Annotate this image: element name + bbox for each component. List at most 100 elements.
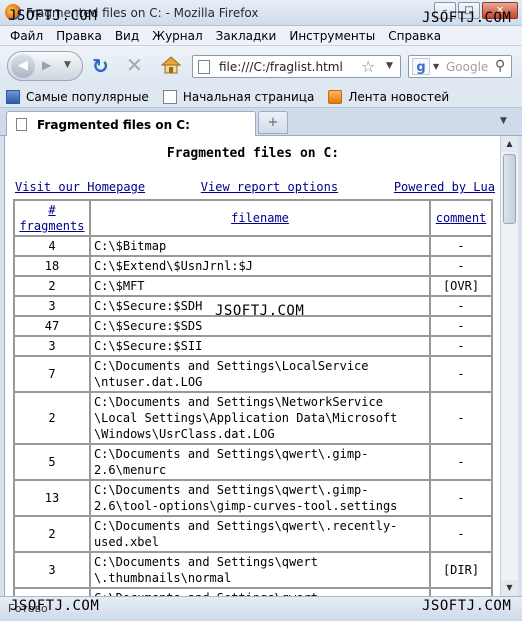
menu-help[interactable]: Справка	[388, 29, 441, 43]
filename-cell: C:\$MFT	[88, 275, 432, 297]
sort-comment-link[interactable]: comment	[436, 211, 487, 225]
powered-by-link[interactable]: Powered by Lua	[394, 180, 495, 194]
bookmark-start-page[interactable]: Начальная страница	[162, 89, 315, 104]
back-forward-group: ◀ ▶ ▼	[7, 51, 83, 81]
menu-file[interactable]: Файл	[10, 29, 43, 43]
watermark-top-right: JSOFTJ.COM	[422, 10, 512, 26]
menu-bookmarks[interactable]: Закладки	[216, 29, 277, 43]
stop-button[interactable]: ✕	[126, 54, 143, 76]
table-row: 13 C:\Documents and Settings\qwert\.gimp-…	[13, 479, 493, 517]
comment-cell: -	[429, 515, 493, 553]
table-row: 4 C:\$Bitmap -	[13, 235, 493, 257]
table-row: 18 C:\$Extend\$UsnJrnl:$J -	[13, 255, 493, 277]
search-bar[interactable]: g ▼ Google ⚲	[408, 55, 512, 78]
comment-cell	[429, 587, 493, 596]
history-dropdown-icon[interactable]: ▼	[64, 60, 71, 70]
watermark-bottom-right: JSOFTJ.COM	[422, 598, 512, 614]
scroll-down-icon[interactable]: ▼	[501, 580, 518, 596]
fragment-count-cell	[13, 587, 91, 596]
page-content: Fragmented files on C: Visit our Homepag…	[4, 136, 500, 596]
new-tab-button[interactable]: +	[258, 111, 288, 134]
bookmark-star-icon[interactable]: ☆	[361, 57, 375, 76]
filename-cell: C:\Documents and Settings\LocalService \…	[88, 355, 432, 393]
menu-view[interactable]: Вид	[115, 29, 139, 43]
bookmarks-bar: Самые популярные Начальная страница Лент…	[0, 86, 522, 108]
page-icon	[162, 89, 177, 104]
table-row: 2 C:\Documents and Settings\qwert\.recent…	[13, 515, 493, 553]
sort-filename-link[interactable]: filename	[231, 211, 289, 225]
table-body: 4 C:\$Bitmap -18 C:\$Extend\$UsnJrnl:$J -2 C:…	[13, 235, 493, 596]
header-filename: filename	[88, 199, 432, 237]
comment-cell: [OVR]	[429, 275, 493, 297]
bookmark-news-feed[interactable]: Лента новостей	[328, 89, 450, 104]
fragment-count-cell: 3	[13, 295, 91, 317]
comment-cell: -	[429, 443, 493, 481]
vertical-scrollbar[interactable]: ▲ ▼	[500, 136, 518, 596]
fragment-count-cell: 18	[13, 255, 91, 277]
table-header-row: # fragments filename comment	[13, 199, 493, 237]
menu-tools[interactable]: Инструменты	[289, 29, 375, 43]
page-links: Visit our Homepage View report options P…	[15, 180, 495, 194]
page-icon	[198, 60, 210, 74]
fragment-count-cell: 3	[13, 335, 91, 357]
url-dropdown-icon[interactable]: ▼	[386, 61, 393, 71]
comment-cell: -	[429, 295, 493, 317]
table-row: 5 C:\Documents and Settings\qwert\.gimp- …	[13, 443, 493, 481]
filename-cell: C:\Documents and Settings\NetworkService…	[88, 391, 432, 445]
comment-cell: -	[429, 391, 493, 445]
fragment-count-cell: 2	[13, 515, 91, 553]
menu-edit[interactable]: Правка	[56, 29, 102, 43]
navigation-bar: ◀ ▶ ▼ ↻ ✕ file:///C:/fraglist.html ☆ ▼ g…	[0, 46, 522, 86]
address-bar[interactable]: file:///C:/fraglist.html ☆ ▼	[192, 55, 401, 78]
watermark-center: JSOFTJ.COM	[215, 303, 305, 319]
forward-button[interactable]: ▶	[42, 58, 51, 72]
menu-history[interactable]: Журнал	[152, 29, 203, 43]
tab-bar: Fragmented files on C: + ▼	[0, 108, 522, 137]
bookmark-label: Самые популярные	[26, 89, 149, 104]
tab-fragmented-files[interactable]: Fragmented files on C:	[6, 111, 256, 137]
comment-cell: -	[429, 315, 493, 337]
home-icon	[160, 56, 182, 74]
fragment-count-cell: 5	[13, 443, 91, 481]
header-fragments: # fragments	[13, 199, 91, 237]
tab-label: Fragmented files on C:	[37, 118, 190, 132]
comment-cell: -	[429, 255, 493, 277]
filename-cell: C:\$Bitmap	[88, 235, 432, 257]
watermark-top-left: JSOFTJ.COM	[8, 8, 98, 24]
report-options-link[interactable]: View report options	[201, 180, 338, 194]
table-row: C:\Documents and Settings\qwert	[13, 587, 493, 596]
filename-cell: C:\$Secure:$SDS	[88, 315, 432, 337]
rss-icon	[328, 89, 343, 104]
comment-cell: [DIR]	[429, 551, 493, 589]
filename-cell: C:\Documents and Settings\qwert \.thumbn…	[88, 551, 432, 589]
bookmark-label: Начальная страница	[182, 89, 315, 104]
table-row: 47 C:\$Secure:$SDS -	[13, 315, 493, 337]
filename-cell: C:\Documents and Settings\qwert\.recentl…	[88, 515, 432, 553]
fragment-count-cell: 47	[13, 315, 91, 337]
filename-cell: C:\Documents and Settings\qwert\.gimp- 2…	[88, 443, 432, 481]
reload-button[interactable]: ↻	[92, 56, 109, 76]
home-button[interactable]	[160, 54, 182, 76]
fragmented-files-table: # fragments filename comment 4 C:\$Bitmap…	[13, 199, 493, 596]
search-engine-icon[interactable]: g	[412, 58, 430, 75]
sort-fragments-link[interactable]: # fragments	[19, 203, 84, 233]
url-text: file:///C:/fraglist.html	[219, 60, 343, 74]
comment-cell: -	[429, 355, 493, 393]
back-button[interactable]: ◀	[11, 54, 35, 78]
search-engine-dropdown-icon[interactable]: ▼	[433, 62, 439, 71]
scroll-thumb[interactable]	[503, 154, 516, 224]
tab-list-dropdown-icon[interactable]: ▼	[500, 116, 507, 126]
fragment-count-cell: 2	[13, 391, 91, 445]
homepage-link[interactable]: Visit our Homepage	[15, 180, 145, 194]
page-icon	[16, 118, 27, 131]
fragment-count-cell: 4	[13, 235, 91, 257]
table-row: 2 C:\Documents and Settings\NetworkServic…	[13, 391, 493, 445]
menu-bar: Файл Правка Вид Журнал Закладки Инструме…	[0, 26, 522, 46]
bookmark-label: Лента новостей	[348, 89, 450, 104]
search-icon[interactable]: ⚲	[495, 58, 505, 74]
comment-cell: -	[429, 235, 493, 257]
scroll-up-icon[interactable]: ▲	[501, 136, 518, 152]
search-input[interactable]: Google	[446, 60, 488, 74]
bookmark-icon	[6, 89, 20, 104]
bookmark-most-visited[interactable]: Самые популярные	[6, 89, 149, 104]
